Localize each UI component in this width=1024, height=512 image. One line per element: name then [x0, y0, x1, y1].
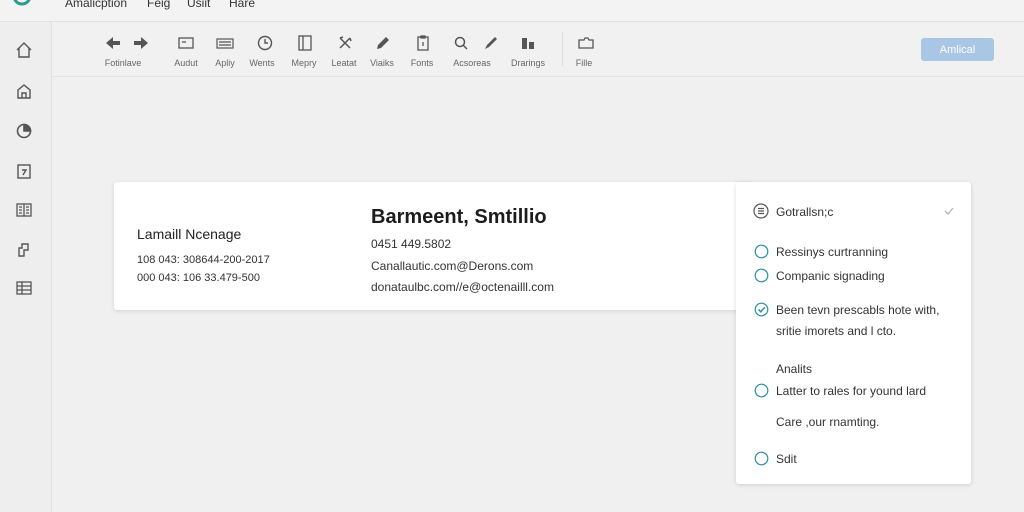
- options-panel: Gotrallsn;c Ressinys curtranning Compani…: [736, 182, 971, 484]
- back-forward-icon[interactable]: [104, 34, 150, 52]
- toolbar-label-acsoreas[interactable]: Acsoreas: [442, 58, 502, 68]
- home-icon[interactable]: [14, 40, 34, 60]
- radio-option-later[interactable]: [754, 383, 769, 398]
- panel-section-label: Analits: [776, 362, 813, 376]
- pencil-icon[interactable]: [374, 34, 392, 52]
- toolbar-label-fille[interactable]: Fille: [554, 58, 614, 68]
- house-icon[interactable]: [14, 81, 34, 101]
- menu-item-file[interactable]: Feig: [147, 0, 170, 10]
- checkmark-icon[interactable]: [942, 204, 956, 218]
- chart-icon[interactable]: [14, 121, 34, 141]
- sidebar: [0, 22, 52, 512]
- document-icon[interactable]: [296, 34, 314, 52]
- contact-phone: 0451 449.5802: [371, 237, 452, 251]
- contact-website[interactable]: donataulbc.com//e@octenailll.com: [371, 280, 554, 294]
- folder-icon[interactable]: [577, 34, 595, 52]
- radio-option-3-checked[interactable]: [754, 302, 769, 317]
- puzzle-icon[interactable]: [14, 239, 34, 259]
- contact-card: Lamaill Ncenage 108 043: 308644-200-2017…: [114, 182, 754, 310]
- chart-bars-icon[interactable]: [519, 34, 537, 52]
- contact-name: Barmeent, Smtillio: [371, 206, 547, 228]
- radio-option-2[interactable]: [754, 268, 769, 283]
- tools-icon[interactable]: [336, 34, 354, 52]
- search-icon[interactable]: [452, 34, 470, 52]
- menu-item-share[interactable]: Hare: [229, 0, 255, 10]
- table-icon[interactable]: [14, 278, 34, 298]
- panel-note: Care ,our rnamting.: [776, 415, 880, 429]
- window-icon[interactable]: [177, 34, 195, 52]
- list-icon: [753, 203, 769, 219]
- menu-item-application[interactable]: Amalicption: [65, 0, 127, 10]
- app-logo-icon: [13, 0, 31, 6]
- primary-action-button[interactable]: Amlical: [921, 38, 994, 61]
- toolbar-label-drarings[interactable]: Drarings: [498, 58, 558, 68]
- contact-left-number-1: 108 043: 308644-200-2017: [137, 254, 270, 266]
- contact-left-name: Lamaill Ncenage: [137, 226, 242, 242]
- panel-title: Gotrallsn;c: [776, 205, 834, 219]
- toolbar-label-fotinlave[interactable]: Fotinlave: [93, 58, 153, 68]
- clipboard-icon[interactable]: [414, 34, 432, 52]
- option-label-1[interactable]: Ressinys curtranning: [776, 245, 888, 259]
- submit-label[interactable]: Sdit: [776, 452, 797, 466]
- calendar-icon[interactable]: [14, 161, 34, 181]
- contact-left-number-2: 000 043: 106 33.479-500: [137, 272, 260, 284]
- keyboard-icon[interactable]: [216, 34, 234, 52]
- option-label-2[interactable]: Companic signading: [776, 269, 885, 283]
- pen-icon[interactable]: [482, 34, 500, 52]
- radio-submit[interactable]: [754, 451, 769, 466]
- option-label-3-continuation: sritie imorets and l cto.: [776, 324, 897, 338]
- clock-icon[interactable]: [256, 34, 274, 52]
- menu-bar: Amalicption Feig Usiit Hare: [0, 0, 1024, 22]
- toolbar: Fotinlave Audut Apliy Wents Mepry Leatat…: [52, 22, 1024, 77]
- option-label-later[interactable]: Latter to rales for yound lard: [776, 384, 926, 398]
- menu-item-edit[interactable]: Usiit: [187, 0, 210, 10]
- radio-option-1[interactable]: [754, 244, 769, 259]
- contact-email[interactable]: Canallautic.com@Derons.com: [371, 259, 533, 273]
- option-label-3[interactable]: Been tevn prescabls hote with,: [776, 303, 939, 317]
- book-icon[interactable]: [14, 200, 34, 220]
